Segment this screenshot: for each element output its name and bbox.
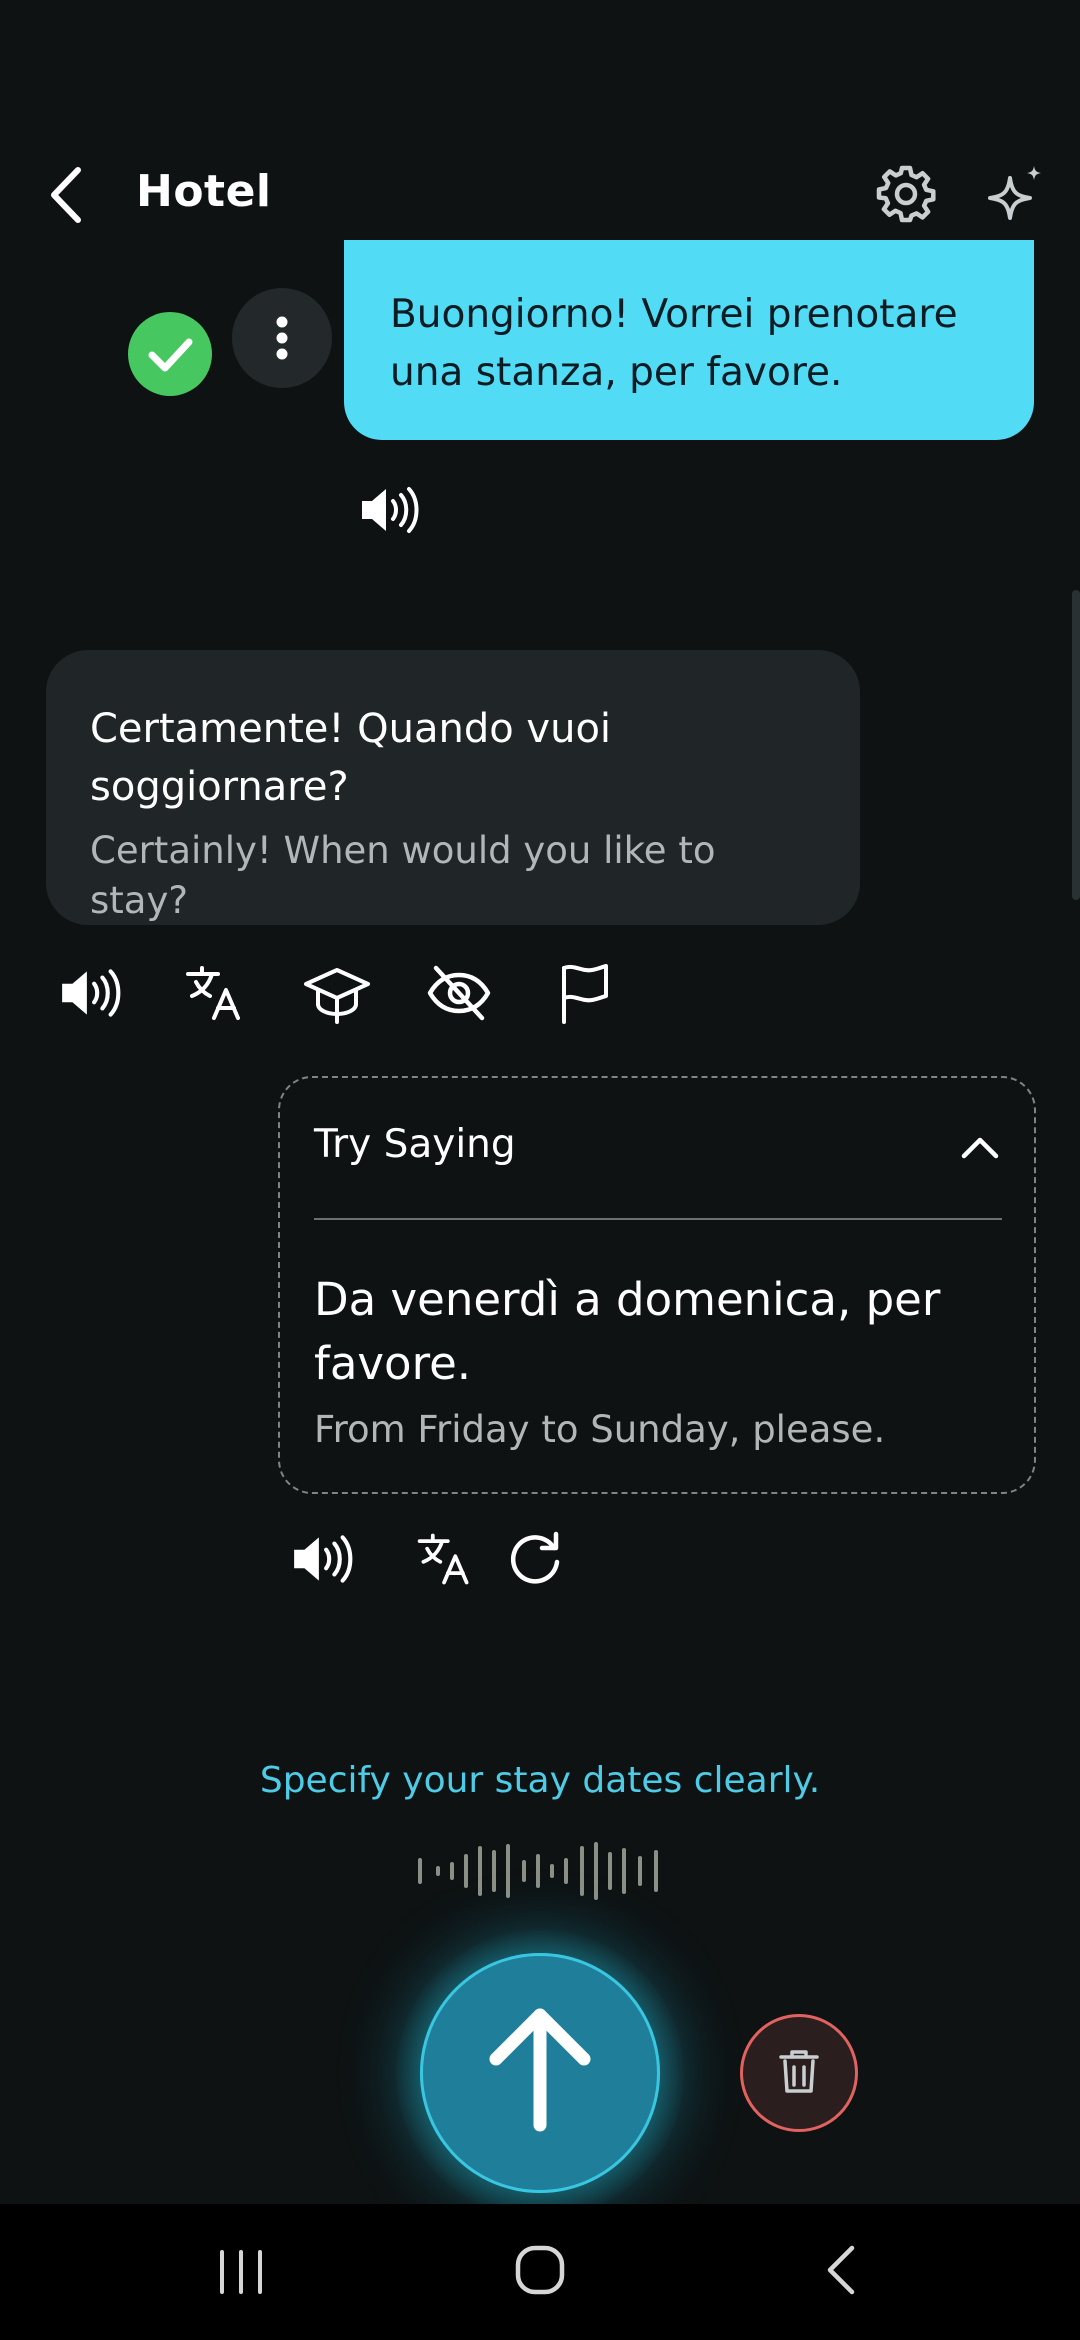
suggested-phrase-translation: From Friday to Sunday, please.: [314, 1408, 886, 1451]
speaker-icon: [294, 1535, 353, 1583]
back-button[interactable]: [40, 160, 100, 230]
message-options-button[interactable]: [232, 288, 332, 388]
recent-apps-button[interactable]: [214, 2244, 268, 2300]
suggested-phrase: Da venerdì a domenica, per favore.: [314, 1273, 941, 1390]
learn-button[interactable]: [302, 958, 370, 1024]
arrow-up-icon: [489, 2008, 591, 2132]
translate-suggestion-button[interactable]: [414, 1528, 476, 1590]
home-button[interactable]: [512, 2242, 568, 2298]
play-ai-audio-button[interactable]: [58, 960, 124, 1026]
translate-icon: [417, 1533, 469, 1585]
trash-icon: [779, 2050, 819, 2093]
collapse-button[interactable]: [950, 1118, 1010, 1178]
refresh-icon: [510, 1531, 560, 1584]
recents-icon: [220, 2250, 262, 2294]
ai-message-translation: Certainly! When would you like to stay?: [90, 829, 716, 922]
system-back-button[interactable]: [822, 2240, 862, 2300]
audio-waveform: [412, 1842, 668, 1900]
ai-assistant-button[interactable]: [982, 160, 1052, 230]
play-suggestion-audio-button[interactable]: [290, 1526, 356, 1592]
divider: [314, 1218, 1002, 1220]
settings-button[interactable]: [874, 162, 938, 226]
chevron-left-icon: [51, 167, 81, 223]
eye-off-icon: [427, 965, 491, 1021]
ai-message-text: Certamente! Quando vuoi soggiornare?: [90, 706, 612, 810]
user-message-bubble: Buongiorno! Vorrei prenotare una stanza,…: [344, 240, 1034, 440]
back-icon: [827, 2245, 855, 2295]
check-icon: [148, 338, 193, 372]
sparkle-icon: [988, 166, 1041, 220]
more-vertical-icon: [276, 316, 288, 360]
home-icon: [515, 2245, 565, 2295]
try-saying-panel: Try Saying Da venerdì a domenica, per fa…: [278, 1076, 1036, 1494]
delete-recording-button[interactable]: [740, 2014, 858, 2132]
chevron-up-icon: [961, 1137, 999, 1159]
page-title: Hotel: [136, 166, 272, 217]
speaker-icon: [362, 487, 419, 533]
ai-message-bubble: Certamente! Quando vuoi soggiornare? Cer…: [46, 650, 860, 925]
try-saying-title: Try Saying: [314, 1122, 516, 1167]
status-badge: [128, 312, 212, 396]
send-button[interactable]: [420, 1953, 660, 2193]
flag-icon: [562, 964, 608, 1024]
play-user-audio-button[interactable]: [358, 482, 422, 538]
hide-text-button[interactable]: [426, 960, 492, 1026]
gear-icon: [876, 165, 936, 223]
refresh-suggestion-button[interactable]: [502, 1526, 568, 1592]
graduation-cap-icon: [304, 968, 370, 1024]
coach-hint: Specify your stay dates clearly.: [259, 1760, 821, 1801]
translate-button[interactable]: [182, 960, 248, 1026]
scroll-indicator[interactable]: [1072, 590, 1080, 900]
report-button[interactable]: [552, 960, 618, 1026]
user-message-text: Buongiorno! Vorrei prenotare una stanza,…: [390, 292, 958, 395]
speaker-icon: [62, 969, 121, 1017]
translate-icon: [186, 966, 240, 1020]
